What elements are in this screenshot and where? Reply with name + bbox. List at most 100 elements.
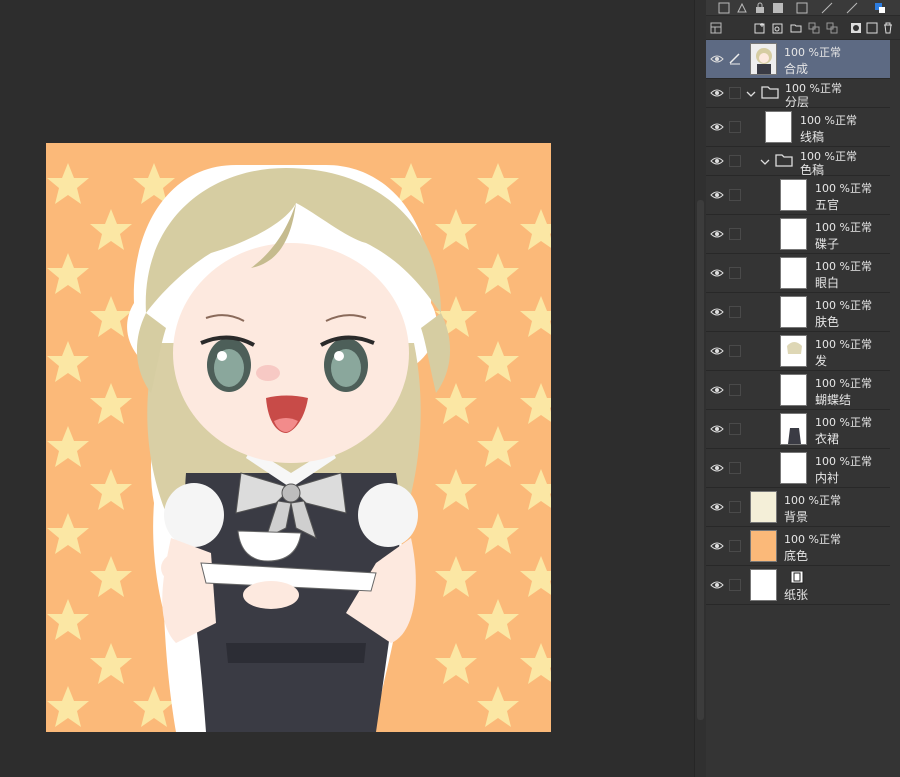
layer-opacity-mode: 100 %正常	[815, 221, 872, 234]
layer-thumbnail	[750, 43, 777, 75]
layer-lock-checkbox[interactable]	[729, 345, 741, 357]
visibility-eye-icon[interactable]	[710, 121, 724, 133]
layer-opacity-mode: 100 %正常	[815, 299, 872, 312]
new-vector-layer-icon[interactable]	[772, 22, 784, 34]
layer-opacity-mode: 100 %正常	[815, 416, 872, 429]
lock-icon[interactable]	[754, 2, 766, 14]
layer-name: 线稿	[800, 130, 825, 144]
layer-lock-checkbox[interactable]	[729, 189, 741, 201]
apply-mask-icon[interactable]	[866, 22, 878, 34]
layer-thumbnail	[780, 335, 807, 367]
new-raster-layer-icon[interactable]	[754, 22, 766, 34]
visibility-eye-icon[interactable]	[710, 579, 724, 591]
canvas-workspace[interactable]	[0, 0, 694, 777]
visibility-eye-icon[interactable]	[710, 306, 724, 318]
visibility-eye-icon[interactable]	[710, 87, 724, 99]
color-swatch-icon[interactable]	[874, 2, 886, 14]
layer-lock-checkbox[interactable]	[729, 267, 741, 279]
layer-panel: 100 %正常 合成 100 %正常 分层 100 %正常 线稿 100 %正常…	[706, 0, 900, 777]
layer-thumbnail	[780, 218, 807, 250]
layer-name: 底色	[784, 549, 809, 563]
layer-row-eye-white[interactable]: 100 %正常 眼白	[706, 254, 890, 293]
layer-name: 发	[815, 354, 828, 368]
layer-row-inner-shirt[interactable]: 100 %正常 内衬	[706, 449, 890, 488]
layer-lock-checkbox[interactable]	[729, 155, 741, 167]
layer-row-lineart[interactable]: 100 %正常 线稿	[706, 108, 890, 147]
visibility-eye-icon[interactable]	[710, 155, 724, 167]
grid-icon[interactable]	[718, 2, 730, 14]
layer-thumbnail	[750, 491, 777, 523]
artwork-canvas[interactable]	[46, 143, 551, 732]
layer-row-features[interactable]: 100 %正常 五官	[706, 176, 890, 215]
layer-row-composite[interactable]: 100 %正常 合成	[706, 40, 890, 79]
chevron-down-icon[interactable]	[760, 157, 770, 167]
layer-color-icon[interactable]	[846, 2, 858, 14]
new-folder-icon[interactable]	[790, 22, 802, 34]
layer-row-skin[interactable]: 100 %正常 肤色	[706, 293, 890, 332]
layer-mask-icon[interactable]	[850, 22, 862, 34]
layer-name: 蝴蝶结	[815, 393, 852, 407]
visibility-eye-icon[interactable]	[710, 501, 724, 513]
layer-name: 衣裙	[815, 432, 840, 446]
scrollbar-thumb[interactable]	[697, 200, 704, 720]
layer-lock-checkbox[interactable]	[729, 462, 741, 474]
layer-name: 眼白	[815, 276, 840, 290]
visibility-eye-icon[interactable]	[710, 462, 724, 474]
layer-opacity-mode: 100 %正常	[815, 182, 872, 195]
layer-name: 碟子	[815, 237, 840, 251]
layer-row-paper[interactable]: 纸张	[706, 566, 890, 605]
chevron-down-icon[interactable]	[746, 89, 756, 99]
visibility-eye-icon[interactable]	[710, 345, 724, 357]
layer-row-dress[interactable]: 100 %正常 衣裙	[706, 410, 890, 449]
layer-lock-checkbox[interactable]	[729, 501, 741, 513]
layer-name: 纸张	[784, 588, 809, 602]
app-window: 100 %正常 合成 100 %正常 分层 100 %正常 线稿 100 %正常…	[0, 0, 900, 777]
merge-down-icon[interactable]	[826, 22, 838, 34]
transfer-down-icon[interactable]	[808, 22, 820, 34]
layer-thumbnail	[750, 569, 777, 601]
layer-row-background[interactable]: 100 %正常 背景	[706, 488, 890, 527]
layer-lock-checkbox[interactable]	[729, 87, 741, 99]
layer-row-saucer[interactable]: 100 %正常 碟子	[706, 215, 890, 254]
visibility-eye-icon[interactable]	[710, 228, 724, 240]
layer-opacity-mode: 100 %正常	[784, 494, 841, 507]
vertical-scrollbar[interactable]	[694, 0, 706, 777]
layer-row-folder-color[interactable]: 100 %正常 色稿	[706, 147, 890, 177]
layer-lock-checkbox[interactable]	[729, 121, 741, 133]
layer-lock-checkbox[interactable]	[729, 540, 741, 552]
layer-lock-checkbox[interactable]	[729, 306, 741, 318]
visibility-eye-icon[interactable]	[710, 540, 724, 552]
layer-property-icon[interactable]	[710, 22, 722, 34]
layer-opacity-mode: 100 %正常	[815, 260, 872, 273]
layer-name: 五官	[815, 198, 840, 212]
transform-icon[interactable]	[736, 2, 748, 14]
layer-lock-checkbox[interactable]	[729, 228, 741, 240]
layer-toolbar-top	[706, 0, 900, 16]
layer-row-folder-layers[interactable]: 100 %正常 分层	[706, 79, 890, 109]
layer-opacity-mode: 100 %正常	[800, 114, 857, 127]
visibility-eye-icon[interactable]	[710, 423, 724, 435]
layer-lock-checkbox[interactable]	[729, 384, 741, 396]
layer-row-bow[interactable]: 100 %正常 蝴蝶结	[706, 371, 890, 410]
visibility-eye-icon[interactable]	[710, 189, 724, 201]
mask-icon[interactable]	[772, 2, 784, 14]
layer-name: 背景	[784, 510, 809, 524]
layer-lock-checkbox[interactable]	[729, 423, 741, 435]
artwork-illustration	[46, 143, 551, 732]
layer-name: 肤色	[815, 315, 840, 329]
layer-thumbnail	[780, 257, 807, 289]
visibility-eye-icon[interactable]	[710, 384, 724, 396]
layer-name: 合成	[784, 62, 809, 76]
layer-opacity-mode: 100 %正常	[815, 455, 872, 468]
delete-layer-icon[interactable]	[882, 22, 894, 34]
visibility-eye-icon[interactable]	[710, 53, 724, 65]
layer-opacity-mode: 100 %正常	[815, 377, 872, 390]
layer-thumbnail	[780, 452, 807, 484]
layer-row-hair[interactable]: 100 %正常 发	[706, 332, 890, 371]
reference-icon[interactable]	[821, 2, 833, 14]
layer-row-base-color[interactable]: 100 %正常 底色	[706, 527, 890, 566]
clip-icon[interactable]	[796, 2, 808, 14]
layer-lock-checkbox[interactable]	[729, 579, 741, 591]
visibility-eye-icon[interactable]	[710, 267, 724, 279]
folder-icon	[775, 153, 793, 167]
